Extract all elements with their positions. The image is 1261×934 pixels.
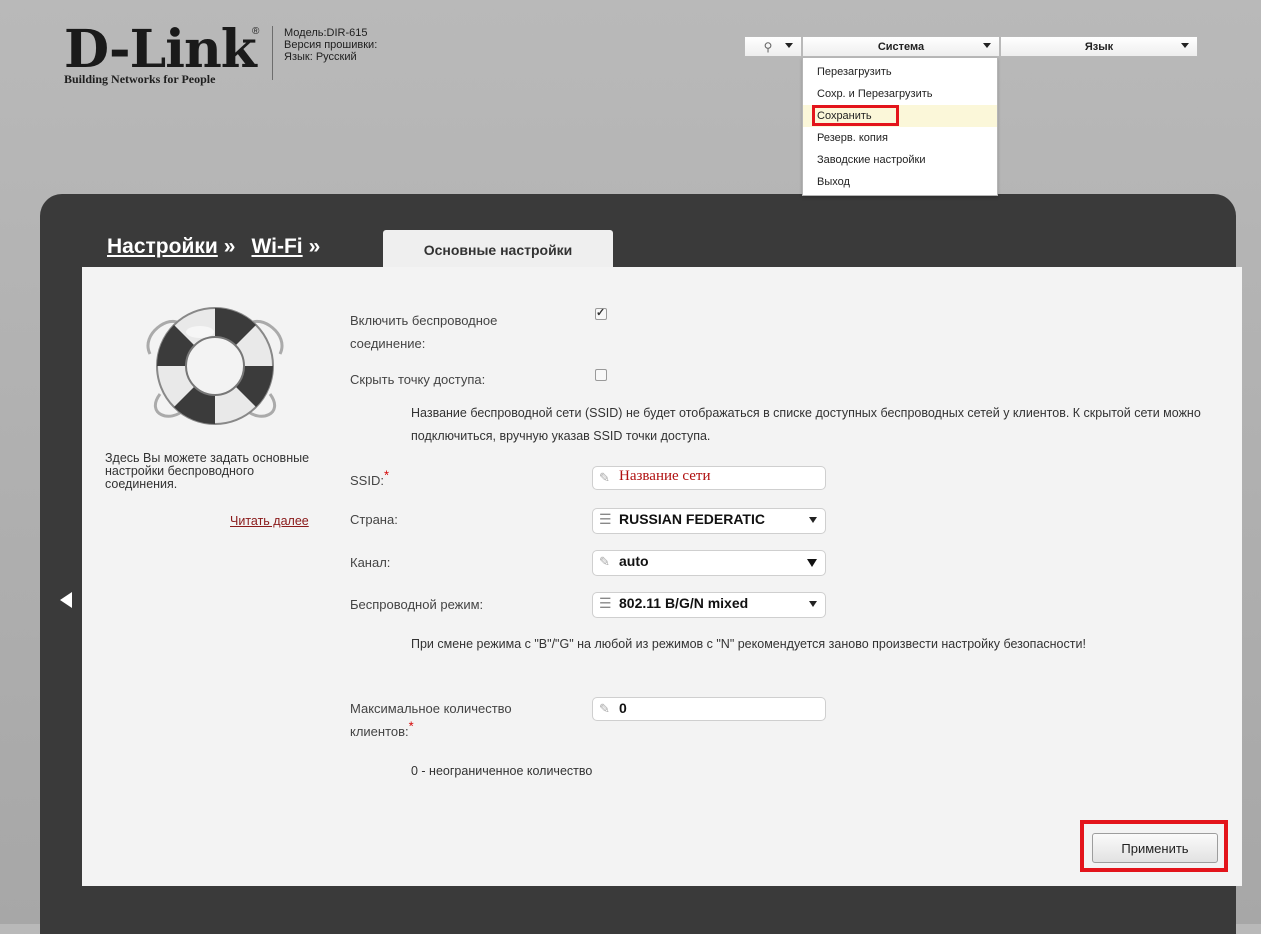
channel-select[interactable]: ✎ auto (592, 550, 826, 576)
hide-ap-label: Скрыть точку доступа: (350, 372, 486, 387)
enable-wireless-label: Включить беспроводное соединение: (350, 313, 498, 351)
dropdown-arrow-icon (809, 517, 817, 523)
ssid-label-text: SSID: (350, 473, 384, 488)
collapse-arrow-icon[interactable] (60, 592, 72, 608)
breadcrumb-settings-link[interactable]: Настройки (107, 235, 218, 258)
breadcrumb-separator: » (308, 235, 321, 258)
lifebuoy-icon (146, 307, 284, 425)
header-divider (272, 26, 273, 80)
breadcrumb: Настройки» Wi-Fi» (107, 235, 336, 259)
max-clients-value: 0 (619, 700, 627, 716)
chevron-down-icon (785, 43, 793, 48)
list-icon: ☰ (599, 595, 612, 611)
chevron-down-icon (983, 43, 991, 48)
hints-menu-button[interactable]: ⚲ (744, 36, 802, 57)
country-select[interactable]: ☰ RUSSIAN FEDERATIC (592, 508, 826, 534)
highlight-box (812, 105, 899, 126)
wireless-mode-label: Беспроводной режим: (350, 597, 484, 612)
wireless-mode-value: 802.11 B/G/N mixed (619, 595, 749, 611)
menu-item-backup[interactable]: Резерв. копия (803, 127, 997, 149)
language-menu-button[interactable]: Язык (1000, 36, 1198, 57)
sidebar-description: Здесь Вы можете задать основные настройк… (105, 451, 310, 491)
required-mark: * (383, 467, 390, 483)
model-value: DIR-615 (326, 27, 368, 39)
wireless-mode-note: При смене режима с "B"/"G" на любой из р… (411, 637, 1086, 651)
lightbulb-icon: ⚲ (763, 39, 773, 54)
menu-item-reboot[interactable]: Перезагрузить (803, 61, 997, 83)
language-value: Русский (315, 51, 357, 64)
ssid-value: Название сети (619, 468, 711, 484)
pencil-icon: ✎ (599, 701, 610, 716)
chevron-down-icon (1181, 43, 1189, 48)
tab-basic-settings[interactable]: Основные настройки (383, 230, 613, 267)
max-clients-label: Максимальное количество клиентов:* (350, 697, 560, 743)
ssid-input[interactable]: ✎ Название сети (592, 466, 826, 490)
pencil-icon: ✎ (599, 554, 610, 569)
max-clients-input[interactable]: ✎ 0 (592, 697, 826, 721)
model-label: Модель: (284, 27, 327, 39)
system-menu-label: Система (877, 40, 925, 53)
system-dropdown-menu: Перезагрузить Сохр. и Перезагрузить Сохр… (802, 57, 998, 196)
hide-ap-checkbox[interactable] (595, 369, 607, 381)
list-icon: ☰ (599, 511, 612, 527)
dlink-logo: D-Link ® Building Networks for People (64, 24, 260, 87)
system-menu-button[interactable]: Система (802, 36, 1000, 57)
breadcrumb-wifi-link[interactable]: Wi-Fi (251, 235, 302, 258)
language-menu-label: Язык (1084, 40, 1114, 53)
ssid-label: SSID:* (350, 469, 389, 492)
logo-wordmark: D-Link (64, 19, 257, 80)
menu-item-save-and-reboot[interactable]: Сохр. и Перезагрузить (803, 83, 997, 105)
read-more-link[interactable]: Читать далее (230, 514, 309, 528)
max-clients-note: 0 - неограниченное количество (411, 764, 593, 778)
pencil-icon: ✎ (599, 470, 610, 485)
required-mark: * (408, 718, 414, 734)
menu-item-factory-reset[interactable]: Заводские настройки (803, 149, 997, 171)
menu-item-logout[interactable]: Выход (803, 171, 997, 193)
dropdown-arrow-icon (809, 601, 817, 607)
registered-mark: ® (252, 26, 260, 37)
top-menu-bar: ⚲ Система Язык (744, 36, 1198, 57)
max-clients-label-text: Максимальное количество клиентов: (350, 701, 512, 739)
firmware-label: Версия прошивки: (284, 39, 378, 51)
hide-ap-note: Название беспроводной сети (SSID) не буд… (411, 406, 1201, 443)
channel-value: auto (619, 553, 649, 569)
menu-item-save[interactable]: Сохранить (803, 105, 997, 127)
device-info: Модель:DIR-615 Версия прошивки: Язык: Ру… (284, 27, 377, 63)
highlight-box (1080, 820, 1228, 872)
breadcrumb-separator: » (223, 235, 236, 258)
language-label: Язык: (284, 51, 313, 64)
channel-label: Канал: (350, 555, 391, 570)
country-value: RUSSIAN FEDERATIC (619, 511, 765, 527)
dropdown-arrow-icon (807, 559, 817, 567)
country-label: Страна: (350, 512, 398, 527)
enable-wireless-checkbox[interactable] (595, 306, 607, 320)
wireless-mode-select[interactable]: ☰ 802.11 B/G/N mixed (592, 592, 826, 618)
